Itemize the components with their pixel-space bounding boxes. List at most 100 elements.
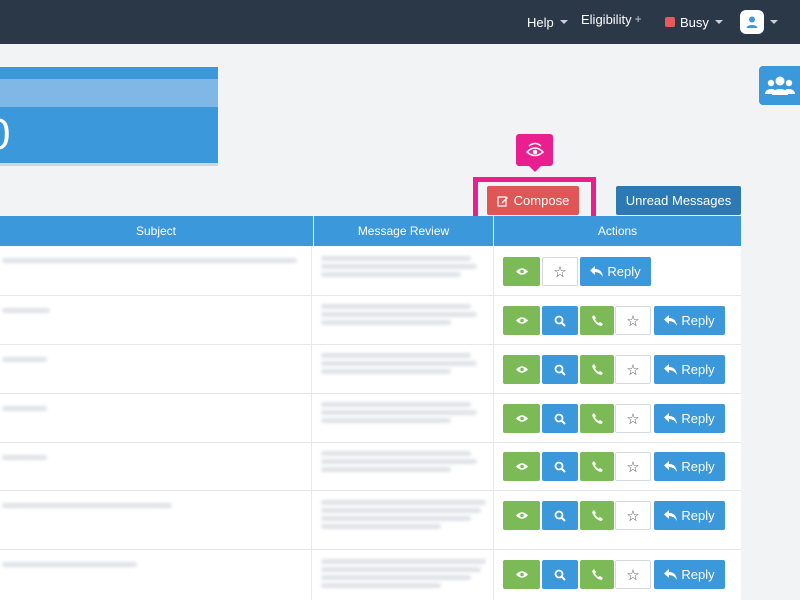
reply-icon xyxy=(664,364,678,375)
star-icon: ☆ xyxy=(553,263,567,281)
call-button[interactable] xyxy=(580,355,614,384)
search-button[interactable] xyxy=(542,452,578,481)
compose-label: Compose xyxy=(513,193,570,208)
reply-icon xyxy=(664,315,678,326)
header-actions: Actions xyxy=(597,224,638,238)
reply-button[interactable]: Reply xyxy=(654,560,725,589)
view-button[interactable] xyxy=(503,501,540,530)
star-button[interactable]: ☆ xyxy=(615,452,651,481)
phone-icon xyxy=(591,413,603,424)
unread-messages-button[interactable]: Unread Messages xyxy=(616,186,741,215)
star-button[interactable]: ☆ xyxy=(615,306,651,335)
reply-button[interactable]: Reply xyxy=(654,452,725,481)
review-cell xyxy=(313,550,494,600)
busy-status-icon xyxy=(665,17,675,27)
actions-cell: ☆ Reply xyxy=(494,246,741,295)
contacts-side-tab[interactable] xyxy=(759,66,800,105)
eye-icon xyxy=(515,415,528,422)
search-icon xyxy=(554,461,566,473)
reply-button[interactable]: Reply xyxy=(654,306,725,335)
plus-icon: + xyxy=(634,12,642,26)
actions-cell: ☆ Reply xyxy=(494,443,741,490)
eligibility-menu[interactable]: Eligibility + xyxy=(581,0,642,41)
chevron-down-icon xyxy=(559,20,568,24)
search-icon xyxy=(554,413,566,425)
star-button[interactable]: ☆ xyxy=(542,257,578,286)
user-menu[interactable] xyxy=(740,0,778,44)
phone-icon xyxy=(591,510,603,521)
eye-icon xyxy=(515,571,528,578)
star-button[interactable]: ☆ xyxy=(615,501,651,530)
star-button[interactable]: ☆ xyxy=(615,560,651,589)
reply-button[interactable]: Reply xyxy=(654,355,725,384)
header-message-review: Message Review xyxy=(313,216,494,246)
user-icon xyxy=(746,16,758,28)
view-button[interactable] xyxy=(503,452,540,481)
view-button[interactable] xyxy=(503,404,540,433)
search-button[interactable] xyxy=(542,560,578,589)
compose-button[interactable]: Compose xyxy=(487,186,579,215)
view-button[interactable] xyxy=(503,560,540,589)
call-button[interactable] xyxy=(580,404,614,433)
call-button[interactable] xyxy=(580,501,614,530)
table-row: ☆ Reply xyxy=(0,550,741,600)
search-button[interactable] xyxy=(542,404,578,433)
view-button[interactable] xyxy=(503,306,540,335)
view-button[interactable] xyxy=(503,355,540,384)
help-menu[interactable]: Help xyxy=(527,0,568,44)
header-subject: Subject xyxy=(135,224,177,238)
table-row: ☆ Reply xyxy=(0,491,741,550)
reply-button[interactable]: Reply xyxy=(580,257,651,286)
reply-icon xyxy=(664,413,678,424)
edit-icon xyxy=(497,195,508,207)
chevron-down-icon xyxy=(714,20,723,24)
eligibility-label: Eligibility xyxy=(581,11,632,27)
reply-label: Reply xyxy=(681,411,715,426)
review-cell xyxy=(313,491,494,549)
actions-cell: ☆ Reply xyxy=(494,550,741,600)
eye-icon xyxy=(515,366,528,373)
search-button[interactable] xyxy=(542,501,578,530)
reply-label: Reply xyxy=(607,264,641,279)
search-button[interactable] xyxy=(542,355,578,384)
reply-button[interactable]: Reply xyxy=(654,501,725,530)
search-button[interactable] xyxy=(542,306,578,335)
reply-icon xyxy=(664,569,678,580)
subject-cell xyxy=(0,296,312,344)
subject-cell xyxy=(0,394,312,442)
status-menu[interactable]: Busy xyxy=(665,0,723,44)
star-icon: ☆ xyxy=(626,566,640,584)
phone-icon xyxy=(591,364,603,375)
table-row: ☆ Reply xyxy=(0,345,741,394)
star-icon: ☆ xyxy=(626,507,640,525)
review-cell xyxy=(313,296,494,344)
review-cell xyxy=(313,443,494,490)
stat-card-number: 0 xyxy=(0,113,10,157)
avatar xyxy=(740,10,764,34)
eye-icon xyxy=(515,268,528,275)
search-icon xyxy=(554,315,566,327)
reply-label: Reply xyxy=(681,362,715,377)
call-button[interactable] xyxy=(580,560,614,589)
star-button[interactable]: ☆ xyxy=(615,355,651,384)
call-button[interactable] xyxy=(580,306,614,335)
search-icon xyxy=(554,569,566,581)
reply-button[interactable]: Reply xyxy=(654,404,725,433)
table-row: ☆ Reply xyxy=(0,394,741,443)
table-row: ☆ Reply xyxy=(0,296,741,345)
stat-card-header xyxy=(0,79,218,107)
star-button[interactable]: ☆ xyxy=(615,404,651,433)
view-button[interactable] xyxy=(503,257,540,286)
review-cell xyxy=(313,394,494,442)
review-cell xyxy=(313,246,494,295)
reply-label: Reply xyxy=(681,313,715,328)
call-button[interactable] xyxy=(580,452,614,481)
phone-icon xyxy=(591,461,603,472)
reply-icon xyxy=(590,266,604,277)
subject-cell xyxy=(0,443,312,490)
reply-label: Reply xyxy=(681,508,715,523)
subject-cell xyxy=(0,345,312,393)
search-icon xyxy=(554,364,566,376)
preview-tooltip xyxy=(516,134,553,172)
table-row: ☆ Reply xyxy=(0,443,741,491)
